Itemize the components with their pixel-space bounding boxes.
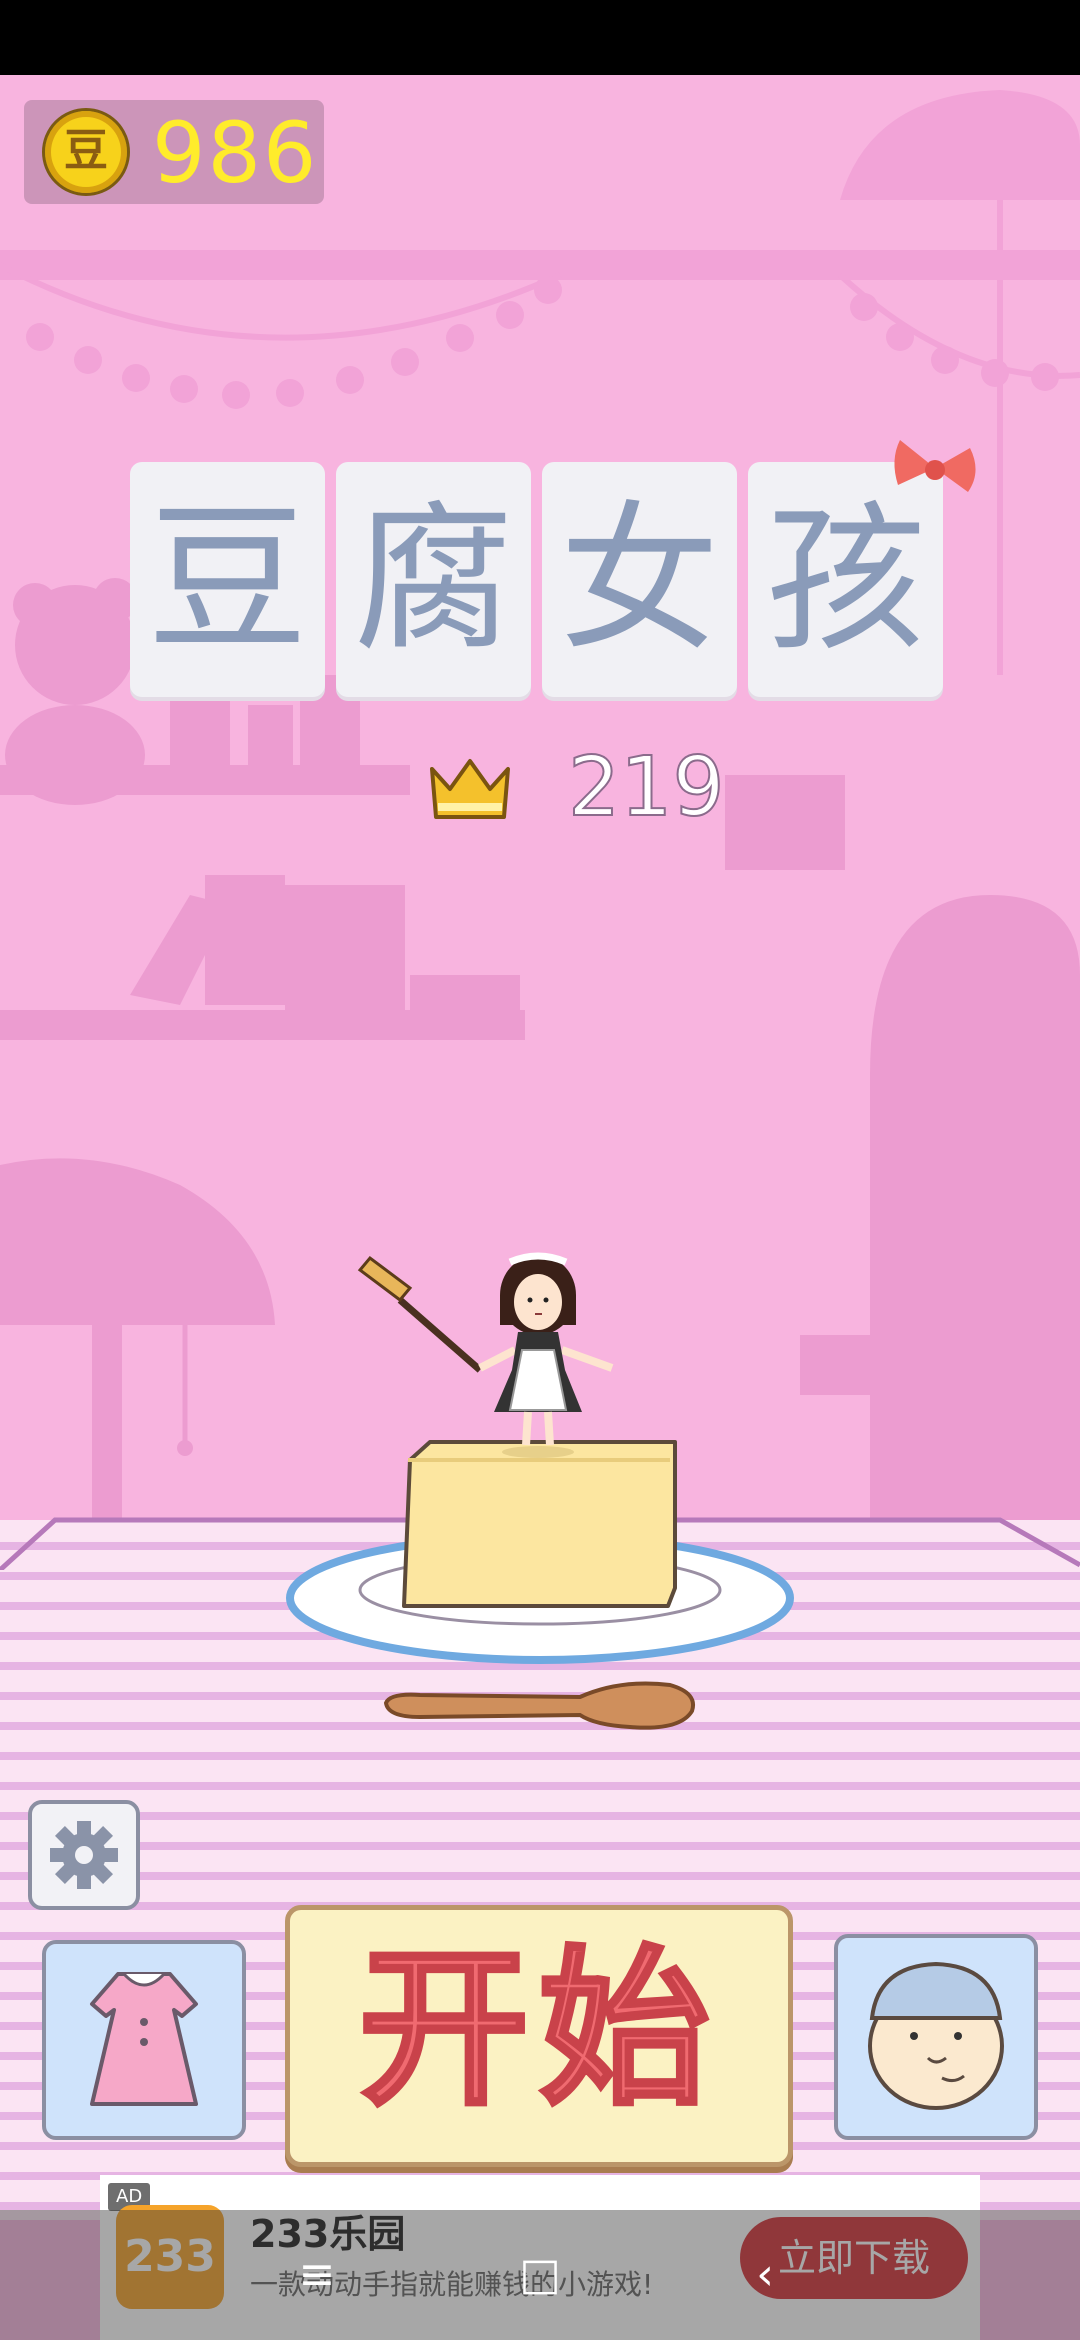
nav-home-button[interactable]: □ bbox=[505, 2240, 575, 2310]
nav-menu-button[interactable]: ≡ bbox=[282, 2240, 352, 2310]
tofu-girl-character bbox=[357, 1252, 614, 1458]
start-label: 开始 bbox=[357, 1929, 719, 2131]
bunting-right bbox=[837, 272, 1080, 391]
best-score: 219 bbox=[567, 739, 726, 836]
chef-face-icon bbox=[868, 1961, 1004, 2110]
title-char-1: 豆 bbox=[130, 462, 325, 697]
arch-door bbox=[870, 895, 1080, 1525]
settings-button[interactable] bbox=[28, 1800, 140, 1910]
start-button[interactable]: 开始 bbox=[285, 1905, 793, 2167]
game-title: 豆 腐 女 孩 bbox=[130, 462, 950, 702]
coin-icon: 豆 bbox=[42, 108, 130, 196]
spoon bbox=[383, 1681, 695, 1730]
wall-frame bbox=[725, 775, 845, 870]
bow-icon bbox=[894, 440, 976, 492]
lamp-left bbox=[0, 1158, 275, 1325]
lamp-shade-right bbox=[840, 90, 1080, 200]
nav-back-button[interactable]: ‹ bbox=[730, 2240, 800, 2310]
books-silhouette bbox=[130, 875, 520, 1010]
crown-icon bbox=[430, 759, 510, 819]
shelf-middle bbox=[0, 765, 410, 795]
status-bar bbox=[0, 0, 1080, 75]
title-char-2: 腐 bbox=[336, 462, 531, 697]
gear-icon bbox=[50, 1821, 118, 1889]
system-nav-bar: ≡ □ ‹ bbox=[0, 2210, 1080, 2340]
dress-icon bbox=[90, 1972, 198, 2106]
bunting-left bbox=[0, 262, 562, 409]
outfit-button[interactable] bbox=[42, 1940, 246, 2140]
coin-value: 986 bbox=[152, 104, 319, 202]
coin-counter: 豆 986 bbox=[24, 100, 324, 204]
title-char-3: 女 bbox=[542, 462, 737, 697]
chef-button[interactable] bbox=[834, 1934, 1038, 2140]
shelf-lower bbox=[0, 1010, 525, 1040]
shelf-top bbox=[0, 250, 1080, 280]
